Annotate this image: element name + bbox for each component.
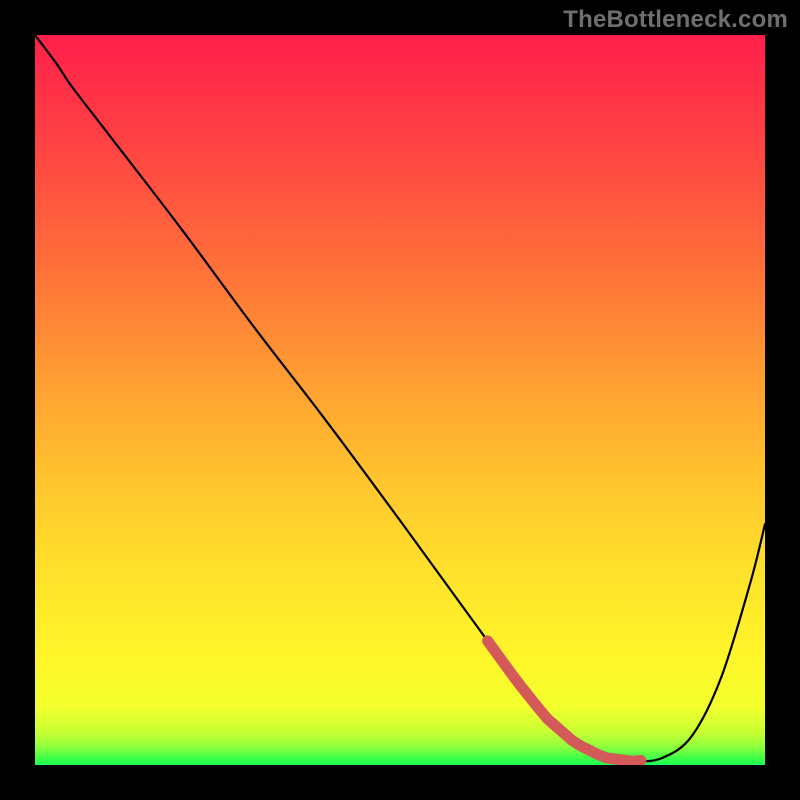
chart-frame: TheBottleneck.com: [0, 0, 800, 800]
watermark-label: TheBottleneck.com: [563, 6, 788, 34]
gradient-background: [35, 35, 765, 765]
chart-svg: [35, 35, 765, 765]
plot-area: [35, 35, 765, 765]
